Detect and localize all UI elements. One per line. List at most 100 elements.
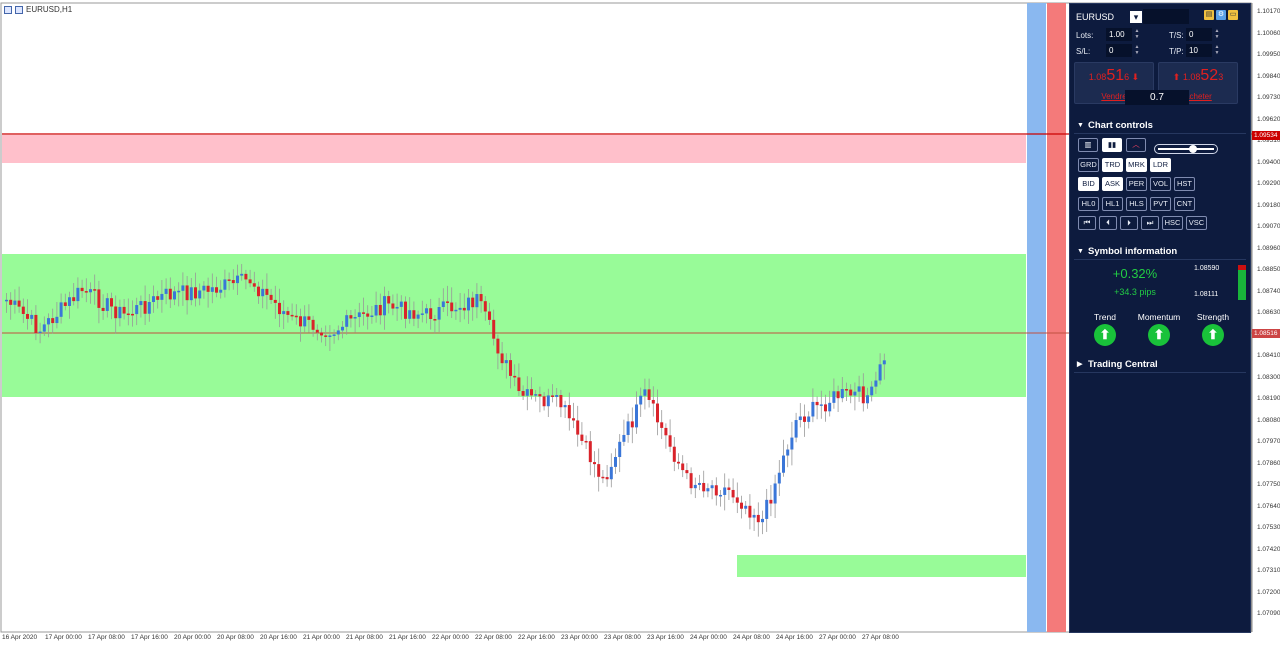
- candle-body: [168, 288, 172, 300]
- candle-body: [206, 285, 210, 292]
- candle-body: [538, 394, 542, 397]
- trade-panel: EURUSD ▾ ▤ ⚙ ▭ Lots: 1.00 ▲ ▼ T/S: 0 ▲ ▼ S…: [1069, 3, 1251, 633]
- zoom-slider[interactable]: [1154, 144, 1218, 154]
- chart-control-per-button[interactable]: PER: [1126, 177, 1147, 191]
- price-tick-label: 1.07970: [1257, 438, 1280, 445]
- candle-body: [336, 330, 340, 335]
- candle-body: [605, 477, 609, 480]
- line-chart-mode-button[interactable]: ︿: [1126, 138, 1146, 152]
- candle-body: [383, 296, 386, 316]
- time-tick-label: 20 Apr 00:00: [174, 634, 211, 641]
- chart-control-hls-button[interactable]: HLS: [1126, 197, 1147, 211]
- chart-control-ldr-button[interactable]: LDR: [1150, 158, 1171, 172]
- candle-body: [131, 313, 134, 316]
- candle-body: [815, 401, 819, 406]
- prev-bar-button[interactable]: ⏴: [1099, 216, 1117, 230]
- chart-control-vol-button[interactable]: VOL: [1150, 177, 1171, 191]
- candle-body: [794, 420, 798, 438]
- chart-control-hl0-button[interactable]: HL0: [1078, 197, 1099, 211]
- candle-body: [530, 389, 533, 396]
- next-bar-button[interactable]: ⏵: [1120, 216, 1138, 230]
- candle-body: [303, 316, 307, 327]
- chart-control-cnt-button[interactable]: CNT: [1174, 197, 1195, 211]
- chart-control-pvt-button[interactable]: PVT: [1150, 197, 1171, 211]
- candle-chart-mode-button[interactable]: ▮▮: [1102, 138, 1122, 152]
- tp-stepper[interactable]: ▲ ▼: [1214, 44, 1220, 57]
- first-bar-button[interactable]: ⏮: [1078, 216, 1096, 230]
- red-line-price-tag: 1.09534: [1252, 131, 1280, 140]
- trading-central-header[interactable]: ▶ Trading Central: [1074, 357, 1246, 373]
- candle-body: [34, 314, 38, 334]
- candle-body: [836, 391, 840, 399]
- candle-body: [345, 315, 349, 327]
- candle-body: [84, 291, 88, 293]
- folder-icon[interactable]: ▤: [1204, 10, 1214, 20]
- chart-control-trd-button[interactable]: TRD: [1102, 158, 1123, 172]
- time-tick-label: 23 Apr 16:00: [647, 634, 684, 641]
- candle-body: [341, 326, 344, 331]
- chart-control-ask-button[interactable]: ASK: [1102, 177, 1123, 191]
- buy-arrow-icon: ⬆: [1172, 72, 1181, 82]
- ts-stepper[interactable]: ▲ ▼: [1214, 28, 1220, 41]
- gear-icon[interactable]: ⚙: [1216, 10, 1226, 20]
- candle-body: [80, 287, 84, 292]
- zoom-slider-knob[interactable]: [1189, 145, 1197, 153]
- lots-stepper[interactable]: ▲ ▼: [1134, 28, 1140, 41]
- candle-body: [420, 313, 424, 315]
- symbol-select[interactable]: EURUSD ▾: [1076, 9, 1148, 24]
- candle-body: [223, 279, 227, 290]
- candle-body: [290, 314, 294, 317]
- candle-body: [370, 315, 374, 318]
- candle-body: [706, 488, 710, 492]
- minimize-icon[interactable]: ▭: [1228, 10, 1238, 20]
- chevron-down-icon[interactable]: ▾: [1130, 10, 1142, 23]
- bar-chart-mode-button[interactable]: ▥: [1078, 138, 1098, 152]
- last-bar-button[interactable]: ⏭: [1141, 216, 1159, 230]
- lots-input[interactable]: 1.00: [1106, 28, 1132, 41]
- candle-body: [735, 497, 739, 503]
- chart-control-vsc-button[interactable]: VSC: [1186, 216, 1207, 230]
- symbol-search-box[interactable]: [1143, 9, 1189, 24]
- chart-control-hl1-button[interactable]: HL1: [1102, 197, 1123, 211]
- candle-body: [849, 389, 853, 396]
- chart-control-hsc-button[interactable]: HSC: [1162, 216, 1183, 230]
- candle-body: [114, 306, 118, 319]
- candle-body: [824, 404, 827, 412]
- momentum-up-arrow-icon: ⬆: [1148, 324, 1170, 346]
- chart-control-mrk-button[interactable]: MRK: [1126, 158, 1147, 172]
- candle-body: [240, 273, 244, 276]
- symbol-information-header[interactable]: ▼ Symbol information: [1074, 244, 1246, 260]
- candle-body: [433, 319, 437, 321]
- candle-body: [639, 395, 643, 405]
- caret-down-icon: ▼: [1077, 248, 1084, 255]
- candle-body: [51, 318, 55, 324]
- sl-stepper[interactable]: ▲ ▼: [1134, 44, 1140, 57]
- candle-body: [832, 391, 836, 403]
- chart-control-grd-button[interactable]: GRD: [1078, 158, 1099, 172]
- lot-display[interactable]: 0.7: [1125, 90, 1189, 105]
- price-tick-label: 1.07200: [1257, 588, 1280, 596]
- candle-body: [504, 360, 508, 364]
- tp-input[interactable]: 10: [1186, 44, 1212, 57]
- ts-input[interactable]: 0: [1186, 28, 1212, 41]
- price-tick-label: 1.07860: [1257, 459, 1280, 467]
- candle-body: [97, 289, 101, 308]
- price-tick-label: 1.09180: [1257, 201, 1280, 209]
- candle-body: [513, 375, 517, 378]
- candle-body: [798, 416, 802, 421]
- candle-body: [693, 484, 697, 489]
- price-tick-label: 1.09620: [1257, 115, 1280, 123]
- price-tick-label: 1.08850: [1257, 266, 1280, 273]
- candle-body: [727, 487, 731, 490]
- candle-body: [576, 420, 580, 435]
- candle-body: [828, 402, 832, 412]
- candle-body: [479, 294, 483, 302]
- chart-control-bid-button[interactable]: BID: [1078, 177, 1099, 191]
- price-tick-label: 1.07310: [1257, 567, 1280, 574]
- candle-body: [244, 273, 248, 280]
- candle-body: [483, 301, 487, 312]
- sl-input[interactable]: 0: [1106, 44, 1132, 57]
- price-tick-label: 1.07750: [1257, 481, 1280, 488]
- chart-control-hst-button[interactable]: HST: [1174, 177, 1195, 191]
- chart-controls-header[interactable]: ▼ Chart controls: [1074, 118, 1246, 134]
